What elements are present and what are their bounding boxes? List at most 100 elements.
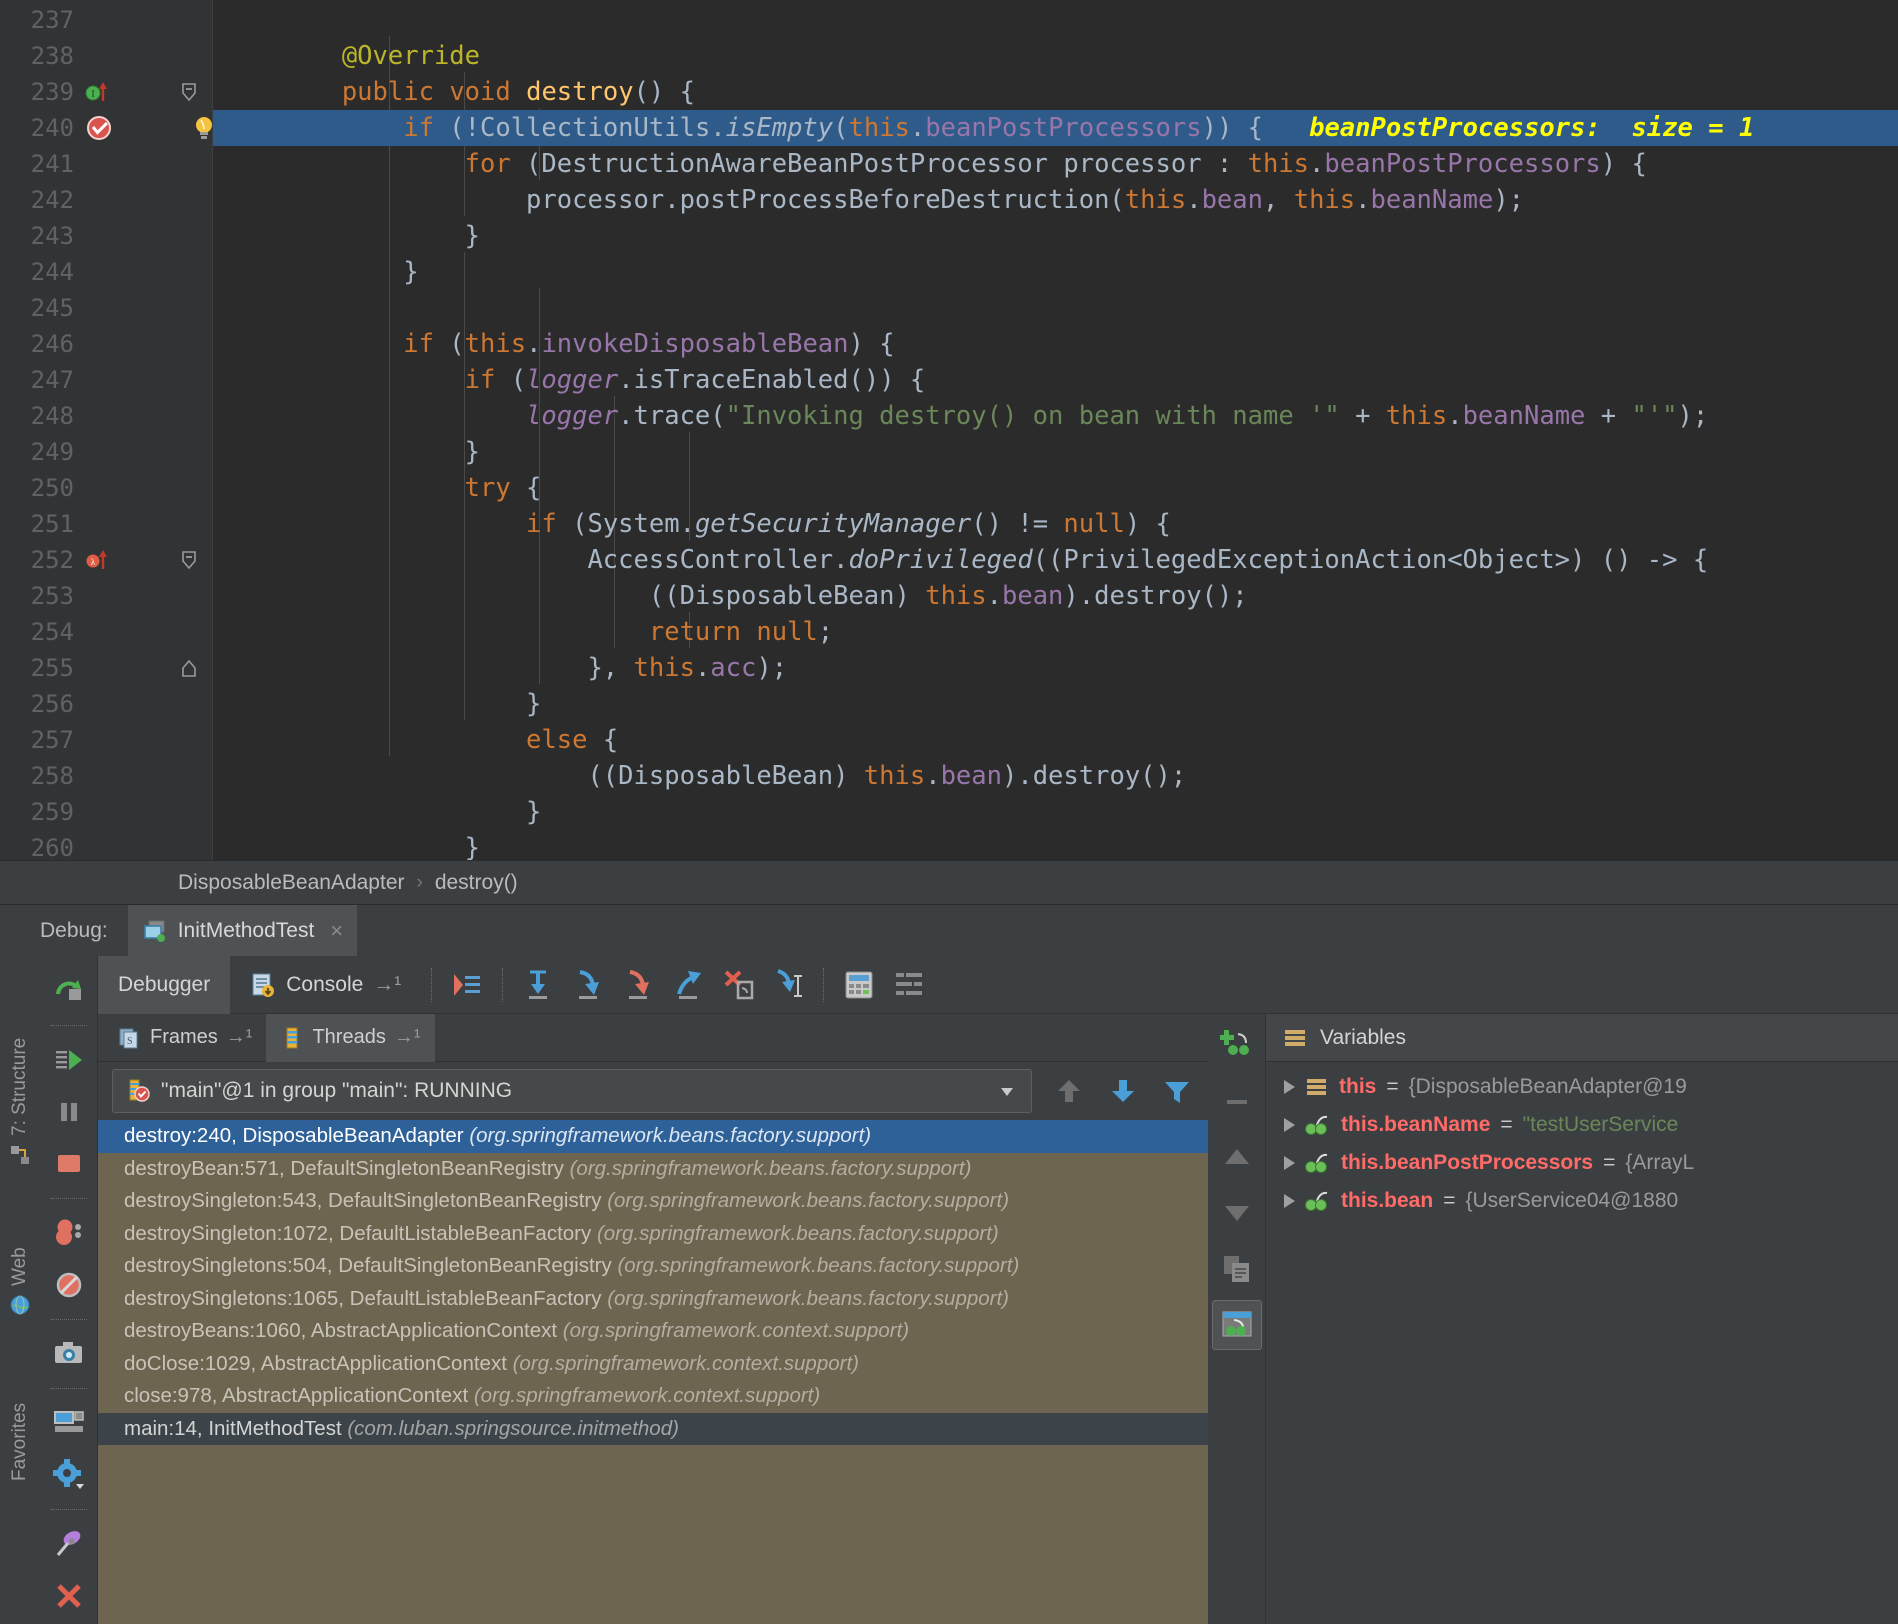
gutter-row[interactable]: 239 I: [0, 74, 165, 110]
variables-tool-column[interactable]: [1208, 1014, 1266, 1624]
breadcrumb-class[interactable]: DisposableBeanAdapter: [178, 871, 405, 895]
fold-row[interactable]: [165, 2, 212, 38]
gutter-row[interactable]: 249: [0, 434, 165, 470]
add-watch-icon[interactable]: [1212, 1020, 1262, 1070]
frame-row[interactable]: destroy:240, DisposableBeanAdapter (org.…: [98, 1120, 1208, 1153]
force-step-into-icon[interactable]: [613, 960, 663, 1010]
step-into-icon[interactable]: [563, 960, 613, 1010]
frame-row[interactable]: main:14, InitMethodTest (com.luban.sprin…: [98, 1412, 1208, 1445]
code-line[interactable]: if (logger.isTraceEnabled()) {: [213, 362, 1898, 398]
gutter-row[interactable]: 257: [0, 722, 165, 758]
variable-row[interactable]: this.beanPostProcessors = {ArrayL: [1266, 1144, 1898, 1182]
fold-row[interactable]: [165, 434, 212, 470]
code-line[interactable]: }: [213, 794, 1898, 830]
rerun-icon[interactable]: [44, 966, 94, 1016]
frame-row[interactable]: destroySingleton:543, DefaultSingletonBe…: [98, 1185, 1208, 1218]
variable-row[interactable]: this.bean = {UserService04@1880: [1266, 1182, 1898, 1220]
gutter-row[interactable]: 248: [0, 398, 165, 434]
code-line[interactable]: else {: [213, 722, 1898, 758]
code-line[interactable]: AccessController.doPrivileged((Privilege…: [213, 542, 1898, 578]
tab-threads[interactable]: Threads →¹: [266, 1013, 435, 1062]
code-line[interactable]: }, this.acc);: [213, 650, 1898, 686]
fold-row[interactable]: [165, 542, 212, 578]
gutter-row[interactable]: 252 λ: [0, 542, 165, 578]
show-execution-point-icon[interactable]: [442, 960, 492, 1010]
code-line[interactable]: logger.trace("Invoking destroy() on bean…: [213, 398, 1898, 434]
gutter-row[interactable]: 237: [0, 2, 165, 38]
resume-program-icon[interactable]: [44, 1035, 94, 1085]
code-line[interactable]: processor.postProcessBeforeDestruction(t…: [213, 182, 1898, 218]
debug-actions-column[interactable]: [40, 956, 98, 1624]
restore-layout-icon[interactable]: [44, 1398, 94, 1448]
code-line[interactable]: }: [213, 830, 1898, 860]
close-icon[interactable]: ×: [330, 918, 343, 944]
step-over-icon[interactable]: [513, 960, 563, 1010]
gutter-row[interactable]: 260: [0, 830, 165, 860]
thread-tools[interactable]: [1032, 1066, 1202, 1116]
code-editor[interactable]: 237 238 239 I 240 241 242 243 244 245 246 247 248 249…: [0, 0, 1898, 860]
sidebar-item-structure[interactable]: 7: Structure: [0, 956, 40, 1166]
code-line[interactable]: ((DisposableBean) this.bean).destroy();: [213, 578, 1898, 614]
expand-triangle-icon[interactable]: [1284, 1118, 1295, 1132]
fold-row[interactable]: [165, 398, 212, 434]
tab-debugger[interactable]: Debugger: [98, 955, 231, 1014]
frame-row[interactable]: destroySingletons:504, DefaultSingletonB…: [98, 1250, 1208, 1283]
fold-row[interactable]: [165, 506, 212, 542]
mute-breakpoints-icon[interactable]: [44, 1260, 94, 1310]
gutter-marker[interactable]: λ: [80, 547, 144, 573]
frame-row[interactable]: doClose:1029, AbstractApplicationContext…: [98, 1347, 1208, 1380]
gutter-marker[interactable]: I: [80, 79, 144, 105]
code-line[interactable]: public void destroy() {: [213, 74, 1898, 110]
frame-row[interactable]: destroySingletons:1065, DefaultListableB…: [98, 1282, 1208, 1315]
fold-row[interactable]: [165, 470, 212, 506]
settings-icon[interactable]: [884, 960, 934, 1010]
debugger-toolbar[interactable]: Debugger Console →¹: [98, 955, 1898, 1014]
fold-row[interactable]: [165, 74, 212, 110]
frames-threads-tabs[interactable]: S Frames →¹ Threads →¹: [98, 1013, 1208, 1062]
remove-watch-icon[interactable]: [1212, 1076, 1262, 1126]
view-breakpoints-icon[interactable]: [44, 1208, 94, 1258]
code-line[interactable]: if (System.getSecurityManager() != null)…: [213, 506, 1898, 542]
expand-triangle-icon[interactable]: [1284, 1156, 1295, 1170]
fold-row[interactable]: [165, 650, 212, 686]
close-icon[interactable]: [44, 1571, 94, 1621]
filter-icon[interactable]: [1152, 1066, 1202, 1116]
gutter-row[interactable]: 254: [0, 614, 165, 650]
frame-up-icon[interactable]: [1044, 1066, 1094, 1116]
variable-row[interactable]: this.beanName = "testUserService: [1266, 1106, 1898, 1144]
code-line[interactable]: }: [213, 434, 1898, 470]
gutter-marker[interactable]: [80, 113, 144, 143]
gutter-row[interactable]: 255: [0, 650, 165, 686]
variable-row[interactable]: this = {DisposableBeanAdapter@19: [1266, 1068, 1898, 1106]
fold-row[interactable]: [165, 686, 212, 722]
gutter-row[interactable]: 253: [0, 578, 165, 614]
frame-row[interactable]: destroyBeans:1060, AbstractApplicationCo…: [98, 1315, 1208, 1348]
code-line[interactable]: @Override: [213, 38, 1898, 74]
breadcrumb-method[interactable]: destroy(): [435, 871, 518, 895]
gutter-row[interactable]: 243: [0, 218, 165, 254]
inline-debugger-hint[interactable]: beanPostProcessors: size = 1: [1263, 113, 1754, 143]
breadcrumb[interactable]: DisposableBeanAdapter › destroy(): [0, 860, 1898, 904]
code-line[interactable]: }: [213, 218, 1898, 254]
gutter-row[interactable]: 256: [0, 686, 165, 722]
code-line[interactable]: try {: [213, 470, 1898, 506]
evaluate-expression-icon[interactable]: [834, 960, 884, 1010]
get-thread-dump-icon[interactable]: [44, 1329, 94, 1379]
intention-bulb-icon[interactable]: [190, 114, 220, 144]
fold-row[interactable]: [165, 578, 212, 614]
step-out-icon[interactable]: [663, 960, 713, 1010]
sidebar-item-web[interactable]: Web: [0, 1186, 40, 1316]
variables-list[interactable]: this = {DisposableBeanAdapter@19 this.beanN…: [1266, 1062, 1898, 1624]
code-line[interactable]: if (!CollectionUtils.isEmpty(this.beanPo…: [213, 110, 1898, 146]
expand-triangle-icon[interactable]: [1284, 1080, 1295, 1094]
run-configuration-tab[interactable]: InitMethodTest ×: [127, 904, 358, 957]
gutter-row[interactable]: 258: [0, 758, 165, 794]
code-line[interactable]: if (this.invokeDisposableBean) {: [213, 326, 1898, 362]
gutter-row[interactable]: 244: [0, 254, 165, 290]
thread-selector[interactable]: "main"@1 in group "main": RUNNING: [112, 1069, 1032, 1113]
fold-row[interactable]: [165, 218, 212, 254]
fold-row[interactable]: [165, 362, 212, 398]
expand-triangle-icon[interactable]: [1284, 1194, 1295, 1208]
code-line[interactable]: for (DestructionAwareBeanPostProcessor p…: [213, 146, 1898, 182]
code-line[interactable]: [213, 2, 1898, 38]
